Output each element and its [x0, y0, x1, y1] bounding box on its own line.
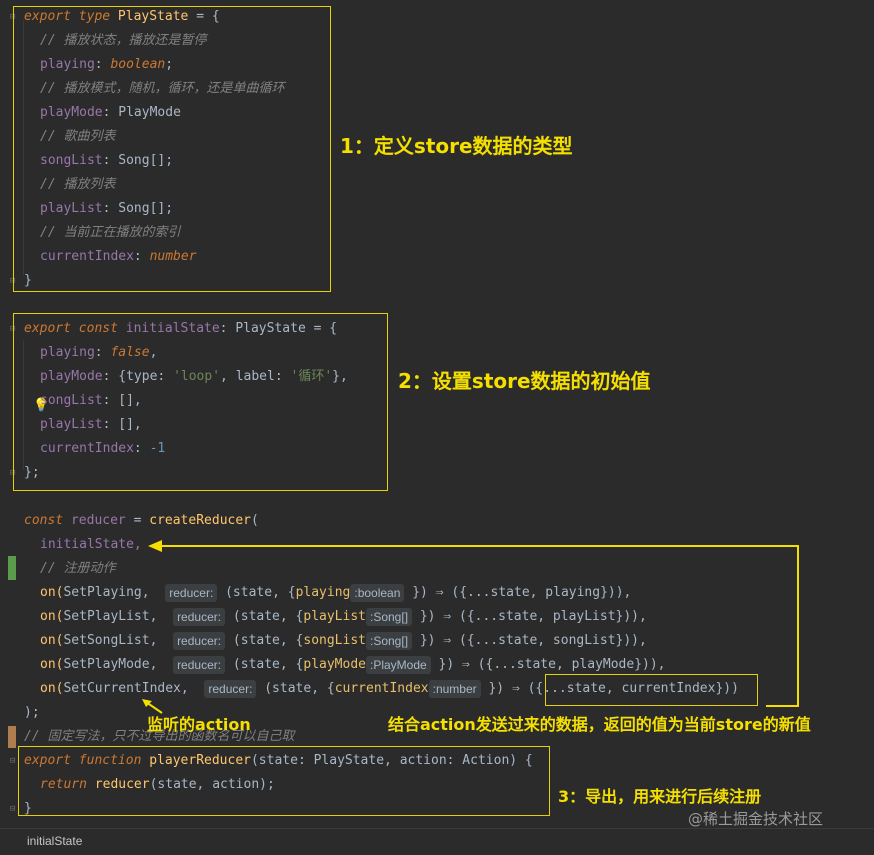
watermark: @稀土掘金技术社区 [688, 810, 824, 828]
status-bar-text[interactable]: initialState [27, 834, 82, 848]
status-bar: initialState [0, 828, 874, 855]
arrow-line [160, 545, 799, 707]
annotation-arrows [142, 540, 799, 714]
arrowhead [148, 540, 162, 552]
